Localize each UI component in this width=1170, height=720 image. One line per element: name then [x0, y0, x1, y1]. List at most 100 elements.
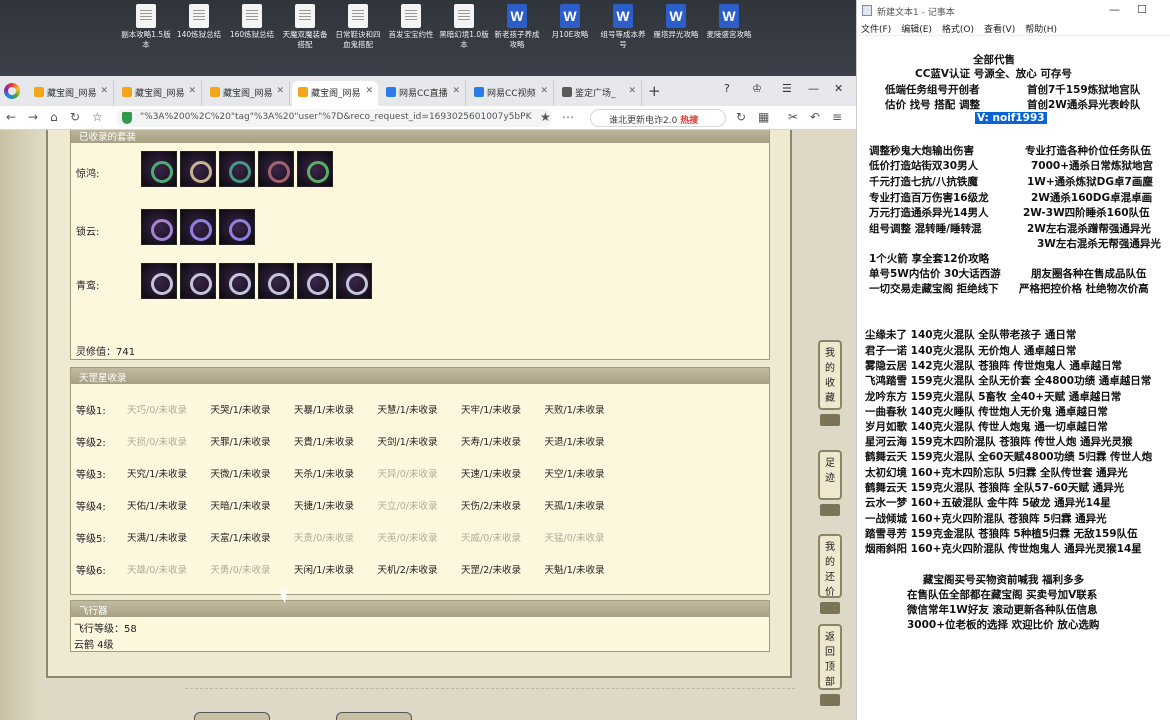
star-cell[interactable]: 天罪/1/未收录	[211, 434, 271, 448]
star-cell[interactable]: 天慧/1/未收录	[378, 402, 438, 416]
star-cell[interactable]: 天闲/1/未收录	[294, 562, 354, 576]
suit-item-icon[interactable]	[297, 263, 333, 299]
desktop-file-icon[interactable]: 副本攻略1.5版本	[120, 4, 172, 50]
browser-logo-icon[interactable]	[4, 83, 20, 99]
star-cell[interactable]: 天空/1/未收录	[545, 466, 605, 480]
suit-item-icon[interactable]	[219, 151, 255, 187]
notepad-menu-item[interactable]: 查看(V)	[984, 22, 1015, 35]
minimize-button[interactable]: —	[808, 82, 819, 95]
sidebar-button[interactable]: 返回顶部	[818, 624, 842, 690]
star-cell[interactable]: 天佑/1/未收录	[127, 498, 187, 512]
refresh-search-icon[interactable]: ↻	[736, 110, 746, 124]
star-cell[interactable]: 天暗/1/未收录	[211, 498, 271, 512]
undo-icon[interactable]: ↶	[810, 110, 820, 124]
desktop-file-icon[interactable]: 140炼狱总结	[173, 4, 225, 40]
skin-icon[interactable]: ♔	[752, 82, 762, 95]
suit-item-icon[interactable]	[258, 263, 294, 299]
star-cell[interactable]: 天暴/1/未收录	[294, 402, 354, 416]
desktop-file-icon[interactable]: 首发宝宝约性	[385, 4, 437, 40]
more-icon[interactable]: ⋯	[562, 110, 574, 124]
forward-icon[interactable]: →	[28, 110, 38, 124]
star-cell[interactable]: 天微/1/未收录	[211, 466, 271, 480]
star-cell[interactable]: 天牢/1/未收录	[461, 402, 521, 416]
restore-menu-icon[interactable]: ☰	[782, 82, 792, 95]
bottom-tab-left[interactable]	[194, 712, 270, 720]
close-window-button[interactable]: ✕	[834, 82, 843, 95]
star-cell[interactable]: 天罡/2/未收录	[461, 562, 521, 576]
tab-close-icon[interactable]: ✕	[628, 86, 636, 96]
star-cell[interactable]: 天猛/0/未收录	[545, 530, 605, 544]
suit-item-icon[interactable]	[180, 209, 216, 245]
star-cell[interactable]: 天哭/1/未收录	[211, 402, 271, 416]
star-cell[interactable]: 天贵/0/未收录	[294, 530, 354, 544]
star-cell[interactable]: 天剑/1/未收录	[378, 434, 438, 448]
star-cell[interactable]: 天富/1/未收录	[211, 530, 271, 544]
star-cell[interactable]: 天威/0/未收录	[461, 530, 521, 544]
bookmark-page-icon[interactable]: ★	[540, 110, 551, 124]
browser-tab[interactable]: 鉴定广场_ ✕	[556, 81, 642, 106]
suit-item-icon[interactable]	[180, 151, 216, 187]
desktop-file-icon[interactable]: 160炼狱总结	[226, 4, 278, 40]
star-cell[interactable]: 天机/2/未收录	[378, 562, 438, 576]
suit-item-icon[interactable]	[141, 263, 177, 299]
browser-tab[interactable]: 藏宝阁_网易 ✕	[292, 81, 378, 106]
suit-item-icon[interactable]	[336, 263, 372, 299]
star-cell[interactable]: 天杀/1/未收录	[294, 466, 354, 480]
star-cell[interactable]: 天捷/1/未收录	[294, 498, 354, 512]
star-cell[interactable]: 天巧/0/未收录	[127, 402, 187, 416]
tab-close-icon[interactable]: ✕	[365, 86, 373, 96]
star-cell[interactable]: 天勇/0/未收录	[211, 562, 271, 576]
desktop-file-icon[interactable]: W 组号等成本养号	[597, 4, 649, 50]
sidebar-button[interactable]: 足迹	[818, 450, 842, 500]
star-cell[interactable]: 天异/0/未收录	[378, 466, 438, 480]
sidebar-button[interactable]: 我的收藏	[818, 340, 842, 410]
bottom-tab-right[interactable]	[336, 712, 412, 720]
suit-item-icon[interactable]	[258, 151, 294, 187]
notepad-maximize-button[interactable]: ☐	[1137, 3, 1147, 16]
star-cell[interactable]: 天雄/0/未收录	[127, 562, 187, 576]
star-cell[interactable]: 天貴/1/未收录	[294, 434, 354, 448]
menu-icon[interactable]: ≡	[832, 110, 842, 124]
desktop-file-icon[interactable]: W 雁塔异光攻略	[650, 4, 702, 40]
tab-close-icon[interactable]: ✕	[540, 86, 548, 96]
browser-tab[interactable]: 网易CC视频 ✕	[468, 81, 554, 106]
star-cell[interactable]: 天速/1/未收录	[461, 466, 521, 480]
desktop-file-icon[interactable]: W 月10E攻略	[544, 4, 596, 40]
star-cell[interactable]: 天伤/2/未收录	[461, 498, 521, 512]
desktop-file-icon[interactable]: 黑暗幻境1.0版本	[438, 4, 490, 50]
search-input[interactable]: 谁北更新电诈2.0 热搜	[590, 109, 726, 127]
star-cell[interactable]: 天立/0/未收录	[378, 498, 438, 512]
tab-close-icon[interactable]: ✕	[100, 86, 108, 96]
suit-item-icon[interactable]	[219, 209, 255, 245]
url-input[interactable]: "%3A%200%2C%20"tag"%3A%20"user"%7D&reco_…	[116, 109, 552, 127]
scissors-icon[interactable]: ✂	[788, 110, 798, 124]
desktop-file-icon[interactable]: 日常鞋诀和四血鬼搭配	[332, 4, 384, 50]
star-cell[interactable]: 天孤/1/未收录	[545, 498, 605, 512]
sidebar-button[interactable]: 我的还价	[818, 534, 842, 598]
suit-item-icon[interactable]	[180, 263, 216, 299]
notepad-menu-item[interactable]: 格式(O)	[942, 22, 974, 35]
star-cell[interactable]: 天魁/1/未收录	[545, 562, 605, 576]
suit-item-icon[interactable]	[219, 263, 255, 299]
browser-tab[interactable]: 藏宝阁_网易 ✕	[116, 81, 202, 106]
tab-close-icon[interactable]: ✕	[452, 86, 460, 96]
star-cell[interactable]: 天英/0/未收录	[378, 530, 438, 544]
notepad-menu-item[interactable]: 文件(F)	[861, 22, 891, 35]
browser-tab[interactable]: 藏宝阁_网易 ✕	[28, 81, 114, 106]
star-cell[interactable]: 天寿/1/未收录	[461, 434, 521, 448]
notepad-menu-item[interactable]: 帮助(H)	[1025, 22, 1057, 35]
notepad-minimize-button[interactable]: —	[1109, 3, 1120, 16]
star-cell[interactable]: 天退/1/未收录	[545, 434, 605, 448]
suit-item-icon[interactable]	[141, 151, 177, 187]
browser-tab[interactable]: 藏宝阁_网易 ✕	[204, 81, 290, 106]
back-icon[interactable]: ←	[6, 110, 16, 124]
home-icon[interactable]: ⌂	[50, 110, 58, 124]
grid-apps-icon[interactable]: ▦	[758, 110, 769, 124]
desktop-file-icon[interactable]: W 麦陵盛宫攻略	[703, 4, 755, 40]
new-tab-button[interactable]: +	[648, 82, 661, 100]
notepad-menu-item[interactable]: 编辑(E)	[901, 22, 932, 35]
suit-item-icon[interactable]	[297, 151, 333, 187]
help-icon[interactable]: ?	[724, 82, 730, 95]
star-cell[interactable]: 天满/1/未收录	[127, 530, 187, 544]
refresh-icon[interactable]: ↻	[70, 110, 80, 124]
